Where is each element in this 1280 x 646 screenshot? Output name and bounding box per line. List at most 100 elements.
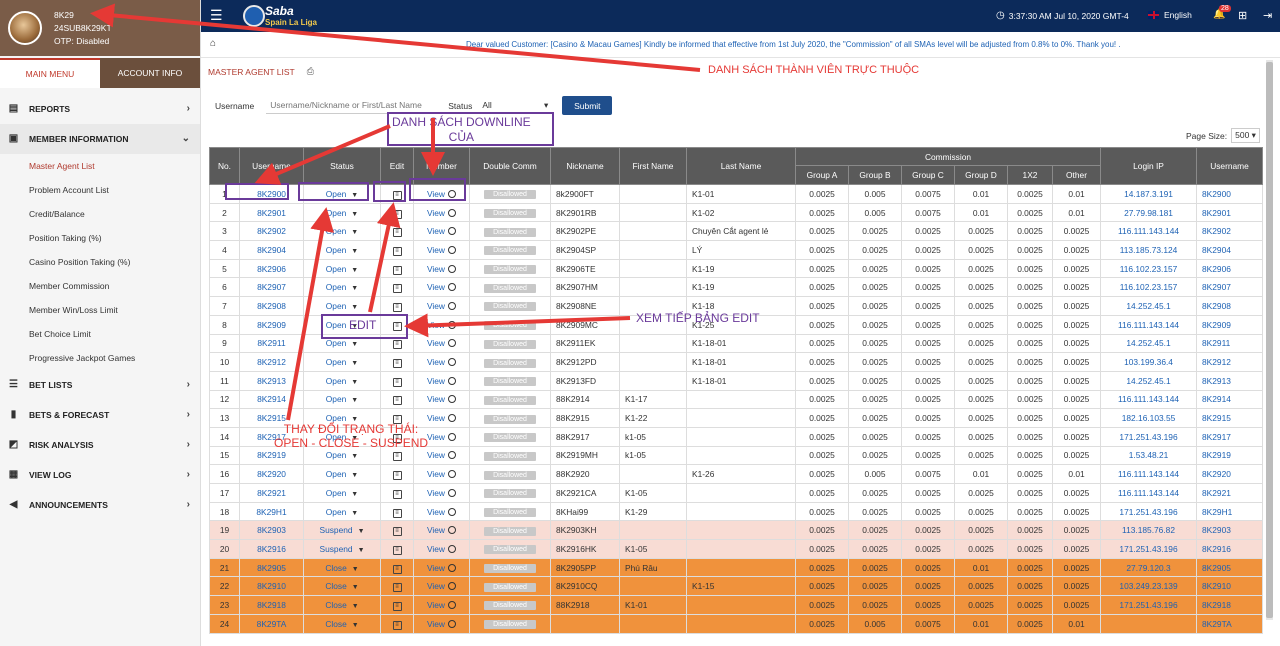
username-link-2[interactable]: 8K2901 xyxy=(1196,202,1264,223)
view-link[interactable]: View xyxy=(427,581,445,591)
view-link[interactable]: View xyxy=(427,338,445,348)
disallowed-toggle[interactable]: Disallowed xyxy=(484,582,536,592)
arrow-circle-icon[interactable] xyxy=(448,619,456,628)
caret-down-icon[interactable]: ▼ xyxy=(351,397,358,404)
caret-down-icon[interactable]: ▼ xyxy=(352,566,359,573)
status-dropdown[interactable]: Open xyxy=(326,264,347,274)
username-link-2[interactable]: 8K2905 xyxy=(1196,557,1264,578)
submit-button[interactable]: Submit xyxy=(562,96,613,115)
username-link-2[interactable]: 8K2910 xyxy=(1196,576,1264,597)
edit-icon[interactable]: ≡ xyxy=(392,246,402,256)
nav-member-information[interactable]: ▣ MEMBER INFORMATION ⌄ xyxy=(0,124,200,154)
tab-account-info[interactable]: ACCOUNT INFO xyxy=(100,58,200,88)
login-ip-link[interactable]: 116.111.143.144 xyxy=(1100,314,1198,335)
edit-icon[interactable]: ≡ xyxy=(392,508,402,518)
view-link[interactable]: View xyxy=(427,320,445,330)
status-dropdown[interactable]: Open xyxy=(326,226,347,236)
username-link[interactable]: 8K2918 xyxy=(239,595,304,615)
login-ip-link[interactable]: 116.102.23.157 xyxy=(1100,277,1198,298)
view-link[interactable]: View xyxy=(427,525,445,535)
status-dropdown[interactable]: Close xyxy=(325,619,346,629)
caret-down-icon[interactable]: ▼ xyxy=(351,379,358,386)
login-ip-link[interactable]: 171.251.43.196 xyxy=(1100,595,1198,615)
home-icon[interactable]: ⌂ xyxy=(210,38,216,49)
caret-down-icon[interactable]: ▼ xyxy=(351,453,358,460)
caret-down-icon[interactable]: ▼ xyxy=(351,491,358,498)
print-icon[interactable]: ⎙ xyxy=(307,66,314,77)
login-ip-link[interactable]: 14.187.3.191 xyxy=(1100,184,1198,204)
sidebar-item-bet-choice-limit[interactable]: Bet Choice Limit xyxy=(0,322,200,346)
arrow-circle-icon[interactable] xyxy=(448,544,456,553)
username-link[interactable]: 8K2905 xyxy=(239,557,304,578)
status-dropdown[interactable]: Open xyxy=(326,301,347,311)
status-dropdown[interactable]: Open xyxy=(326,338,347,348)
edit-icon[interactable]: ≡ xyxy=(392,620,402,630)
login-ip-link[interactable]: 116.102.23.157 xyxy=(1100,258,1198,279)
caret-down-icon[interactable]: ▼ xyxy=(351,360,358,367)
status-dropdown[interactable]: Close xyxy=(325,563,346,573)
username-link[interactable]: 8K2903 xyxy=(239,520,304,541)
username-link[interactable]: 8K2907 xyxy=(239,277,304,298)
login-ip-link[interactable]: 1.53.48.21 xyxy=(1100,445,1198,466)
edit-icon[interactable]: ≡ xyxy=(392,228,402,238)
username-link-2[interactable]: 8K2902 xyxy=(1196,221,1264,242)
login-ip-link[interactable]: 14.252.45.1 xyxy=(1100,370,1198,391)
username-link[interactable]: 8K29TA xyxy=(239,613,304,634)
view-link[interactable]: View xyxy=(427,432,445,442)
logo[interactable]: Saba Spain La Liga xyxy=(243,3,363,29)
username-link-2[interactable]: 8K2919 xyxy=(1196,445,1264,466)
username-link-2[interactable]: 8K2909 xyxy=(1196,314,1264,335)
view-link[interactable]: View xyxy=(427,301,445,311)
username-link[interactable]: 8K2920 xyxy=(239,464,304,484)
caret-down-icon[interactable]: ▼ xyxy=(351,211,358,218)
username-link[interactable]: 8K2906 xyxy=(239,258,304,279)
caret-down-icon[interactable]: ▼ xyxy=(351,304,358,311)
nav-view-log[interactable]: ▦ VIEW LOG › xyxy=(0,460,200,490)
username-link-2[interactable]: 8K2915 xyxy=(1196,408,1264,428)
disallowed-toggle[interactable]: Disallowed xyxy=(484,433,536,443)
disallowed-toggle[interactable]: Disallowed xyxy=(484,265,536,275)
disallowed-toggle[interactable]: Disallowed xyxy=(484,227,536,237)
disallowed-toggle[interactable]: Disallowed xyxy=(484,358,536,368)
nav-risk-analysis[interactable]: ◩ RISK ANALYSIS › xyxy=(0,430,200,460)
username-link-2[interactable]: 8K2900 xyxy=(1196,184,1264,204)
arrow-circle-icon[interactable] xyxy=(448,600,456,609)
disallowed-toggle[interactable]: Disallowed xyxy=(484,377,536,387)
view-link[interactable]: View xyxy=(427,413,445,423)
edit-icon[interactable]: ≡ xyxy=(392,489,402,499)
sidebar-item-casino-position-taking[interactable]: Casino Position Taking (%) xyxy=(0,250,200,274)
arrow-circle-icon[interactable] xyxy=(448,208,456,217)
edit-icon[interactable]: ≡ xyxy=(392,471,402,481)
nav-bet-lists[interactable]: ☰ BET LISTS › xyxy=(0,370,200,400)
caret-down-icon[interactable]: ▼ xyxy=(351,341,358,348)
view-link[interactable]: View xyxy=(427,264,445,274)
arrow-circle-icon[interactable] xyxy=(448,507,456,516)
arrow-circle-icon[interactable] xyxy=(448,488,456,497)
view-link[interactable]: View xyxy=(427,469,445,479)
status-dropdown[interactable]: Open xyxy=(326,245,347,255)
nav-reports[interactable]: ▤ REPORTS › xyxy=(0,94,200,124)
edit-icon[interactable]: ≡ xyxy=(392,527,402,537)
login-ip-link[interactable]: 113.185.73.124 xyxy=(1100,240,1198,260)
caret-down-icon[interactable]: ▼ xyxy=(351,472,358,479)
login-ip-link[interactable]: 171.251.43.196 xyxy=(1100,501,1198,522)
username-link[interactable]: 8K2908 xyxy=(239,296,304,316)
login-ip-link[interactable]: 27.79.98.181 xyxy=(1100,202,1198,223)
login-ip-link[interactable]: 171.251.43.196 xyxy=(1100,539,1198,559)
disallowed-toggle[interactable]: Disallowed xyxy=(484,545,536,555)
edit-icon[interactable]: ≡ xyxy=(392,209,402,219)
caret-down-icon[interactable]: ▼ xyxy=(352,622,359,629)
tab-main-menu[interactable]: MAIN MENU xyxy=(0,58,100,88)
edit-icon[interactable]: ≡ xyxy=(392,601,402,611)
sidebar-item-progressive-jackpot-games[interactable]: Progressive Jackpot Games xyxy=(0,346,200,370)
login-ip-link[interactable] xyxy=(1100,613,1198,634)
disallowed-toggle[interactable]: Disallowed xyxy=(484,321,536,331)
status-dropdown[interactable]: Open xyxy=(326,282,347,292)
sidebar-item-member-win-loss-limit[interactable]: Member Win/Loss Limit xyxy=(0,298,200,322)
status-dropdown[interactable]: Open xyxy=(326,357,347,367)
status-dropdown[interactable]: Suspend xyxy=(320,525,353,535)
arrow-circle-icon[interactable] xyxy=(448,320,456,329)
username-link-2[interactable]: 8K2908 xyxy=(1196,296,1264,316)
edit-icon[interactable]: ≡ xyxy=(392,396,402,406)
disallowed-toggle[interactable]: Disallowed xyxy=(484,526,536,536)
